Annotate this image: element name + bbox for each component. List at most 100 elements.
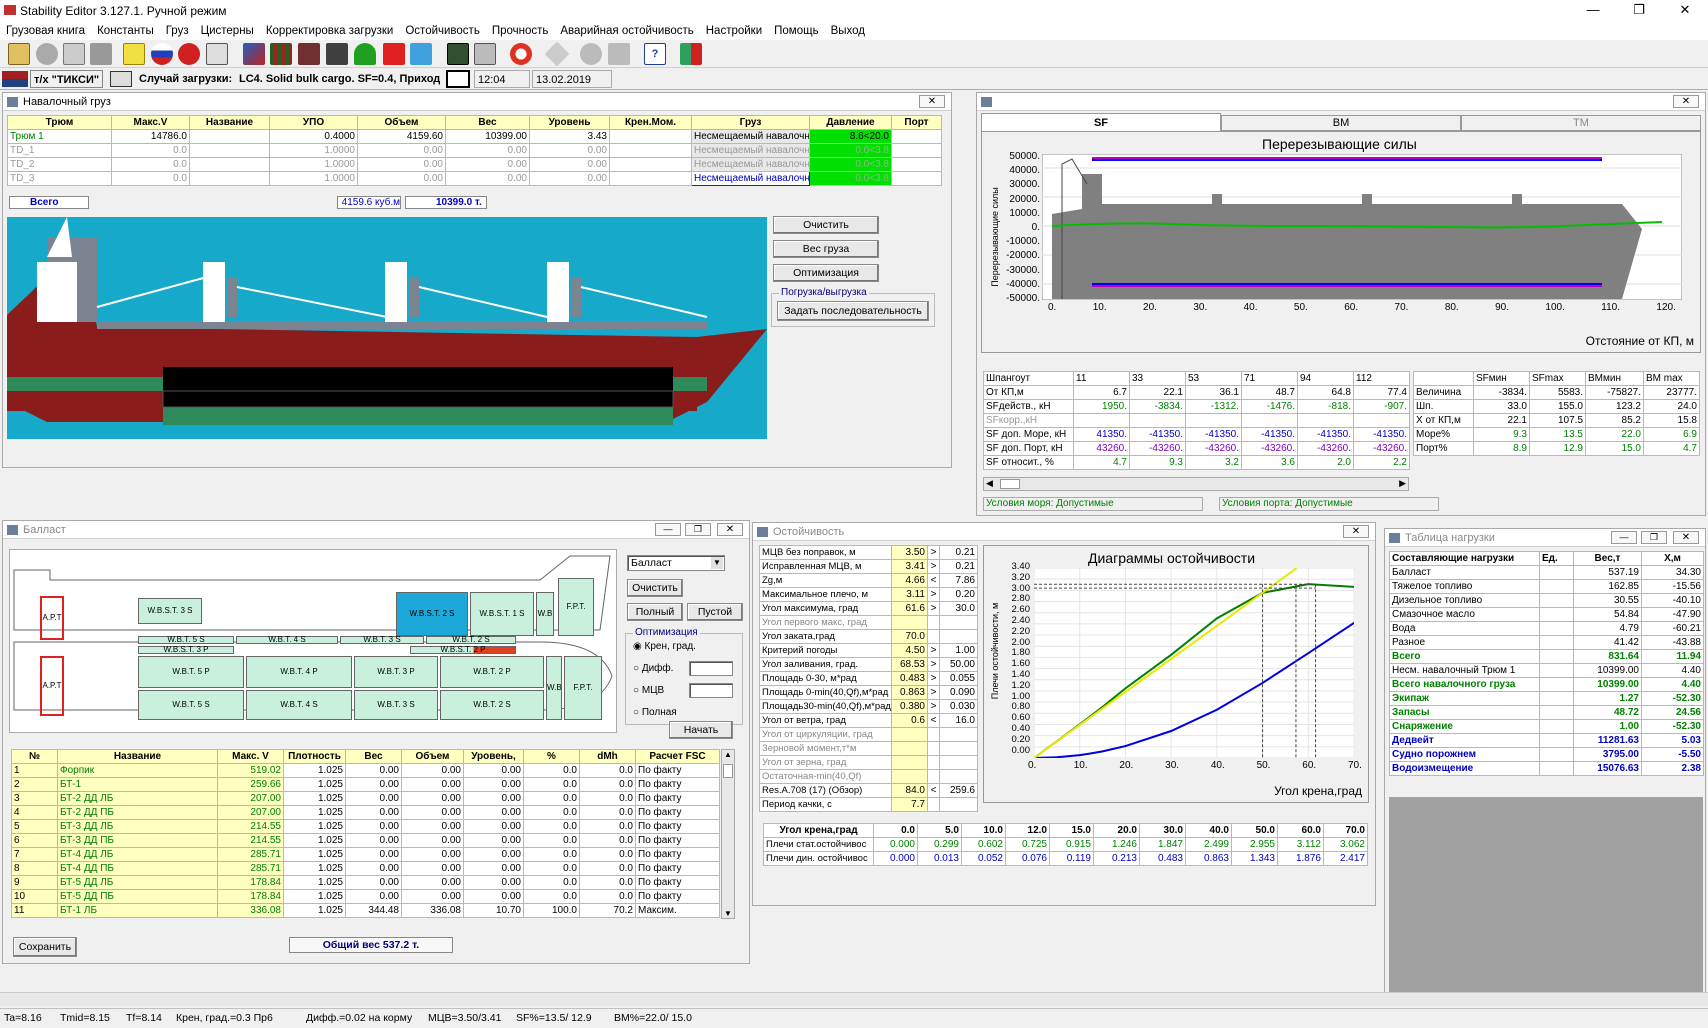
cargo-icon[interactable] bbox=[298, 43, 320, 65]
table-row[interactable]: Дедвейт 11281.63 5.03 bbox=[1389, 733, 1704, 748]
table-row[interactable]: Снаряжение 1.00 -52.30 bbox=[1389, 719, 1704, 734]
tree-icon[interactable] bbox=[354, 43, 376, 65]
radio-full[interactable]: ○ Полная bbox=[633, 707, 677, 718]
table-row[interactable]: Смазочное масло 54.84 -47.90 bbox=[1389, 607, 1704, 622]
tab-bm[interactable]: BM bbox=[1221, 115, 1461, 131]
col-maxv[interactable]: Макс.V bbox=[111, 115, 190, 130]
table-row[interactable]: 11 БТ-1 ЛБ 336.08 1.025 344.48 336.08 10.70 100… bbox=[11, 903, 720, 918]
menu-exit[interactable]: Выход bbox=[825, 22, 871, 40]
wbt3s-top[interactable]: W.B.T. 3 S bbox=[340, 636, 424, 644]
tanks-icon[interactable] bbox=[270, 43, 292, 65]
table-row[interactable]: ТD_2 0.0 1.0000 0.00 0.00 0.00 Несмещаемый нав… bbox=[7, 157, 942, 172]
table-row[interactable]: Трюм 1 14786.0 0.4000 4159.60 10399.00 3.43 Не… bbox=[7, 129, 942, 144]
bulk-weight-button[interactable]: Вес груза bbox=[773, 240, 879, 258]
wb-tank[interactable]: W.B bbox=[536, 592, 554, 636]
maximize-button[interactable]: ❐ bbox=[1616, 0, 1662, 22]
apt-tank-plan[interactable]: A.P.T bbox=[40, 656, 64, 716]
table-row[interactable]: Судно порожнем 3795.00 -5.50 bbox=[1389, 747, 1704, 762]
menu-cargo-book[interactable]: Грузовая книга bbox=[0, 22, 91, 40]
wb-tank-plan[interactable]: W.B bbox=[546, 656, 562, 720]
ballast-minimize-button[interactable]: — bbox=[655, 523, 681, 536]
fpt-tank[interactable]: F.P.T. bbox=[558, 578, 594, 636]
grey-box-icon[interactable] bbox=[608, 43, 630, 65]
wbt2s-top[interactable]: W.B.T. 2 S bbox=[426, 636, 516, 644]
bulk-optimization-button[interactable]: Оптимизация bbox=[773, 264, 879, 282]
ship-colors-icon[interactable] bbox=[243, 43, 265, 65]
table-row[interactable]: 6 БТ-3 ДД ПБ 214.55 1.025 0.00 0.00 0.00 0.0 0.0… bbox=[11, 833, 720, 848]
wbt3s-tank[interactable]: W.B.T. 3 S bbox=[354, 690, 438, 720]
table-row[interactable]: Всего навалочного груза 10399.00 4.40 bbox=[1389, 677, 1704, 692]
wbst1s-tank[interactable]: W.B.S.T. 1 S bbox=[470, 592, 534, 636]
menu-cargo[interactable]: Груз bbox=[160, 22, 195, 40]
cargo-dropdown[interactable]: Несмещаемый навалочн bbox=[691, 171, 810, 186]
table-row[interactable]: ТD_1 0.0 1.0000 0.00 0.00 0.00 Несмещаемый нав… bbox=[7, 143, 942, 158]
table-row[interactable]: Несм. навалочный Трюм 1 10399.00 4.40 bbox=[1389, 663, 1704, 678]
wbt5p-tank[interactable]: W.B.T. 5 P bbox=[138, 656, 244, 688]
table-row[interactable]: Запасы 48.72 24.56 bbox=[1389, 705, 1704, 720]
wbt3p-tank[interactable]: W.B.T. 3 P bbox=[354, 656, 438, 688]
close-button[interactable]: ✕ bbox=[1662, 0, 1708, 22]
wbt2p-tank[interactable]: W.B.T. 2 P bbox=[440, 656, 544, 688]
sf-horizontal-scrollbar[interactable]: ◀ ▶ bbox=[983, 477, 1409, 491]
apt-tank[interactable]: A.P.T bbox=[40, 596, 64, 640]
tab-sf[interactable]: SF bbox=[981, 113, 1221, 131]
disk-icon[interactable] bbox=[36, 43, 58, 65]
col-hold[interactable]: Трюм bbox=[7, 115, 112, 130]
save-icon[interactable] bbox=[63, 43, 85, 65]
menu-constants[interactable]: Константы bbox=[91, 22, 160, 40]
wbst3s-tank[interactable]: W.B.S.T. 3 S bbox=[138, 598, 202, 624]
wbt4s-tank[interactable]: W.B.T. 4 S bbox=[246, 690, 352, 720]
document-icon[interactable] bbox=[206, 43, 228, 65]
ballast-type-select[interactable]: Балласт ▼ bbox=[627, 555, 725, 571]
col-heel-moment[interactable]: Крен.Мом. bbox=[609, 115, 692, 130]
stability-close-button[interactable]: ✕ bbox=[1343, 525, 1369, 538]
col-cargo[interactable]: Груз bbox=[691, 115, 810, 130]
minimize-button[interactable]: — bbox=[1570, 0, 1616, 22]
exit-icon[interactable] bbox=[680, 43, 702, 65]
scroll-up-icon[interactable]: ▲ bbox=[724, 750, 732, 759]
lifebuoy-icon[interactable] bbox=[510, 43, 532, 65]
wbst2s-tank[interactable]: W.B.S.T. 2 S bbox=[396, 592, 468, 636]
table-row[interactable]: 7 БТ-4 ДД ЛБ 285.71 1.025 0.00 0.00 0.00 0.0 0.0… bbox=[11, 847, 720, 862]
grey-tool-icon[interactable] bbox=[580, 43, 602, 65]
help-icon[interactable]: ? bbox=[644, 43, 666, 65]
fire-icon[interactable] bbox=[383, 43, 405, 65]
col-level[interactable]: Уровень bbox=[529, 115, 610, 130]
bulk-clear-button[interactable]: Очистить bbox=[773, 216, 879, 234]
col-port[interactable]: Порт bbox=[891, 115, 942, 130]
ruler-icon[interactable] bbox=[544, 41, 570, 67]
stop-icon[interactable] bbox=[178, 43, 200, 65]
wbst2p-tank[interactable]: W.B.S.T. 2 P bbox=[410, 646, 516, 654]
table-row[interactable]: Балласт 537.19 34.30 bbox=[1389, 565, 1704, 580]
radio-gm[interactable]: ○ МЦВ bbox=[633, 685, 664, 696]
flag-icon[interactable] bbox=[151, 43, 173, 65]
menu-help[interactable]: Помощь bbox=[768, 22, 824, 40]
trim-input[interactable] bbox=[689, 661, 733, 676]
table-row[interactable]: 4 БТ-2 ДД ПБ 207.00 1.025 0.00 0.00 0.00 0.0 0.0… bbox=[11, 805, 720, 820]
menu-tanks[interactable]: Цистерны bbox=[195, 22, 260, 40]
ballast-empty-button[interactable]: Пустой bbox=[687, 603, 743, 621]
horizontal-scrollbar[interactable] bbox=[0, 992, 1708, 1006]
scroll-left-icon[interactable]: ◀ bbox=[986, 478, 993, 489]
table-row[interactable]: 1 Форпик 519.02 1.025 0.00 0.00 0.00 0.0 0.0 По ф… bbox=[11, 763, 720, 778]
wrench-icon[interactable] bbox=[474, 43, 496, 65]
crane-icon[interactable] bbox=[326, 43, 348, 65]
menu-damage-stability[interactable]: Аварийная остойчивость bbox=[554, 22, 699, 40]
table-row[interactable]: 2 БТ-1 259.66 1.025 0.00 0.00 0.00 0.0 0.0 По фак… bbox=[11, 777, 720, 792]
gm-input[interactable] bbox=[689, 683, 733, 698]
table-row[interactable]: Вода 4.79 -60.21 bbox=[1389, 621, 1704, 636]
scroll-down-icon[interactable]: ▼ bbox=[724, 909, 732, 918]
save-button[interactable]: Сохранить bbox=[13, 937, 77, 957]
col-name[interactable]: Название bbox=[189, 115, 270, 130]
ballast-clear-button[interactable]: Очистить bbox=[627, 579, 683, 597]
table-row[interactable]: 3 БТ-2 ДД ЛБ 207.00 1.025 0.00 0.00 0.00 0.0 0.0… bbox=[11, 791, 720, 806]
chevron-down-icon[interactable]: ▼ bbox=[711, 557, 723, 569]
radio-heel[interactable]: ◉ Крен, град. bbox=[633, 641, 696, 652]
menu-strength[interactable]: Прочность bbox=[486, 22, 555, 40]
set-sequence-button[interactable]: Задать последовательность bbox=[777, 301, 929, 321]
table-row[interactable]: 10 БТ-5 ДД ПБ 178.84 1.025 0.00 0.00 0.00 0.0 0.… bbox=[11, 889, 720, 904]
wbt4p-tank[interactable]: W.B.T. 4 P bbox=[246, 656, 352, 688]
print-icon[interactable] bbox=[90, 43, 112, 65]
ballast-maximize-button[interactable]: ❐ bbox=[685, 523, 711, 536]
clock-icon[interactable] bbox=[446, 70, 470, 88]
